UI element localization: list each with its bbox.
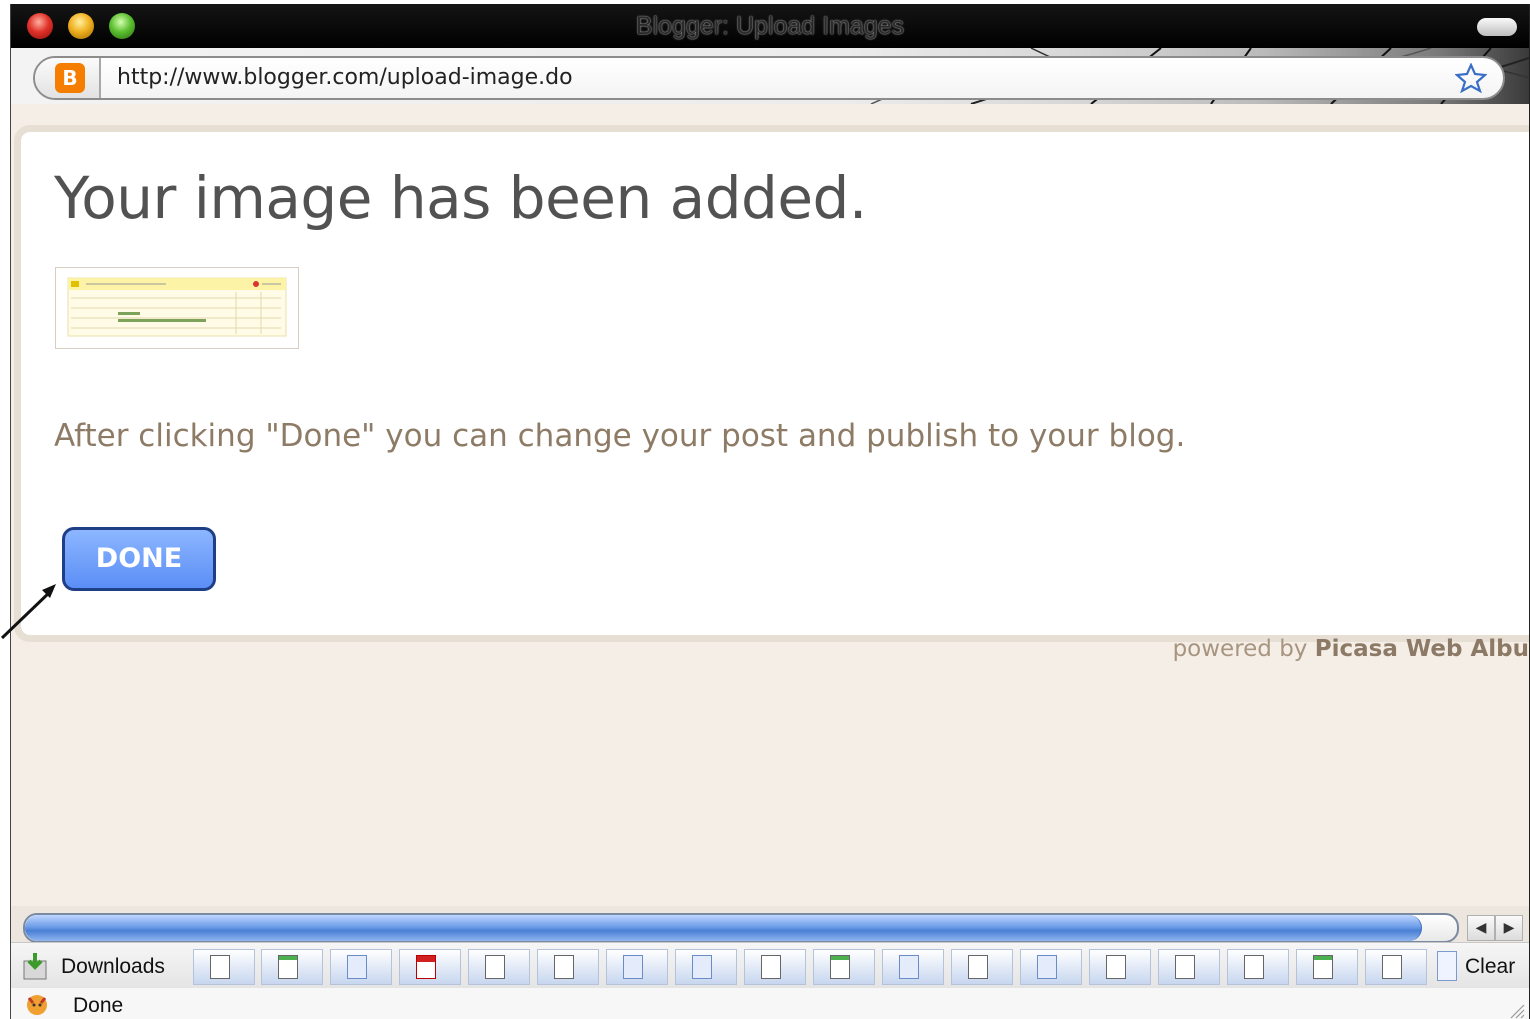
word-file-icon[interactable] [193,949,255,985]
toolbar-toggle-button[interactable] [1477,18,1517,36]
status-text: Done [73,994,124,1017]
downloads-bar: Downloads Clear [11,942,1529,989]
scroll-thumb[interactable] [25,915,1422,941]
window-title: Blogger: Upload Images [635,12,905,40]
star-icon[interactable] [1455,63,1487,93]
resize-grip-icon[interactable] [1507,1001,1525,1019]
scroll-left-arrow-icon[interactable]: ◀ [1467,915,1495,941]
pdf-file-icon[interactable] [399,949,461,985]
text-file-icon[interactable] [330,949,392,985]
doc-file-icon[interactable] [1158,949,1220,985]
word-file-icon[interactable] [537,949,599,985]
downloads-button[interactable]: Downloads [61,955,165,979]
scroll-right-arrow-icon[interactable]: ▶ [1495,915,1523,941]
text-file-icon[interactable] [261,949,323,985]
instruction-text: After clicking "Done" you can change you… [54,418,1186,454]
url-text[interactable]: http://www.blogger.com/upload-image.do [117,65,573,90]
page-title: Your image has been added. [54,164,867,232]
blogger-icon: B [55,63,85,93]
thumbnail-preview [67,277,287,337]
picasa-link[interactable]: Picasa Web Albu [1315,636,1529,662]
text-file-icon[interactable] [606,949,668,985]
done-button[interactable]: DONE [62,527,216,591]
doc-file-icon[interactable] [1089,949,1151,985]
clear-icon [1437,951,1457,981]
clear-button[interactable]: Clear [1465,955,1515,979]
text-file-icon[interactable] [675,949,737,985]
text-file-icon[interactable] [813,949,875,985]
navigation-toolbar: B http://www.blogger.com/upload-image.do [11,48,1529,104]
doc-file-icon[interactable] [951,949,1013,985]
doc-file-icon[interactable] [744,949,806,985]
doc-file-icon[interactable] [1227,949,1289,985]
annotation-arrow [0,584,56,640]
powered-by-footer: powered by Picasa Web Albu [1173,636,1529,662]
title-bar: Blogger: Upload Images [11,4,1529,48]
address-bar[interactable]: B http://www.blogger.com/upload-image.do [33,56,1505,100]
text-file-icon[interactable] [1296,949,1358,985]
downloads-icon [23,953,47,980]
status-bar: Done [11,988,1529,1019]
text-file-icon[interactable] [1020,949,1082,985]
word-file-icon[interactable] [1365,949,1427,985]
site-identity-button[interactable]: B [35,58,101,98]
browser-window: Blogger: Upload Images B http://www.blog… [10,4,1530,1019]
word-file-icon[interactable] [468,949,530,985]
horizontal-scrollbar[interactable]: ◀ ▶ [11,906,1529,943]
powered-by-prefix: powered by [1172,636,1308,662]
text-file-icon[interactable] [882,949,944,985]
firefox-fox-icon [27,995,47,1015]
uploaded-image-thumbnail [55,267,299,349]
scroll-track[interactable] [23,913,1459,943]
